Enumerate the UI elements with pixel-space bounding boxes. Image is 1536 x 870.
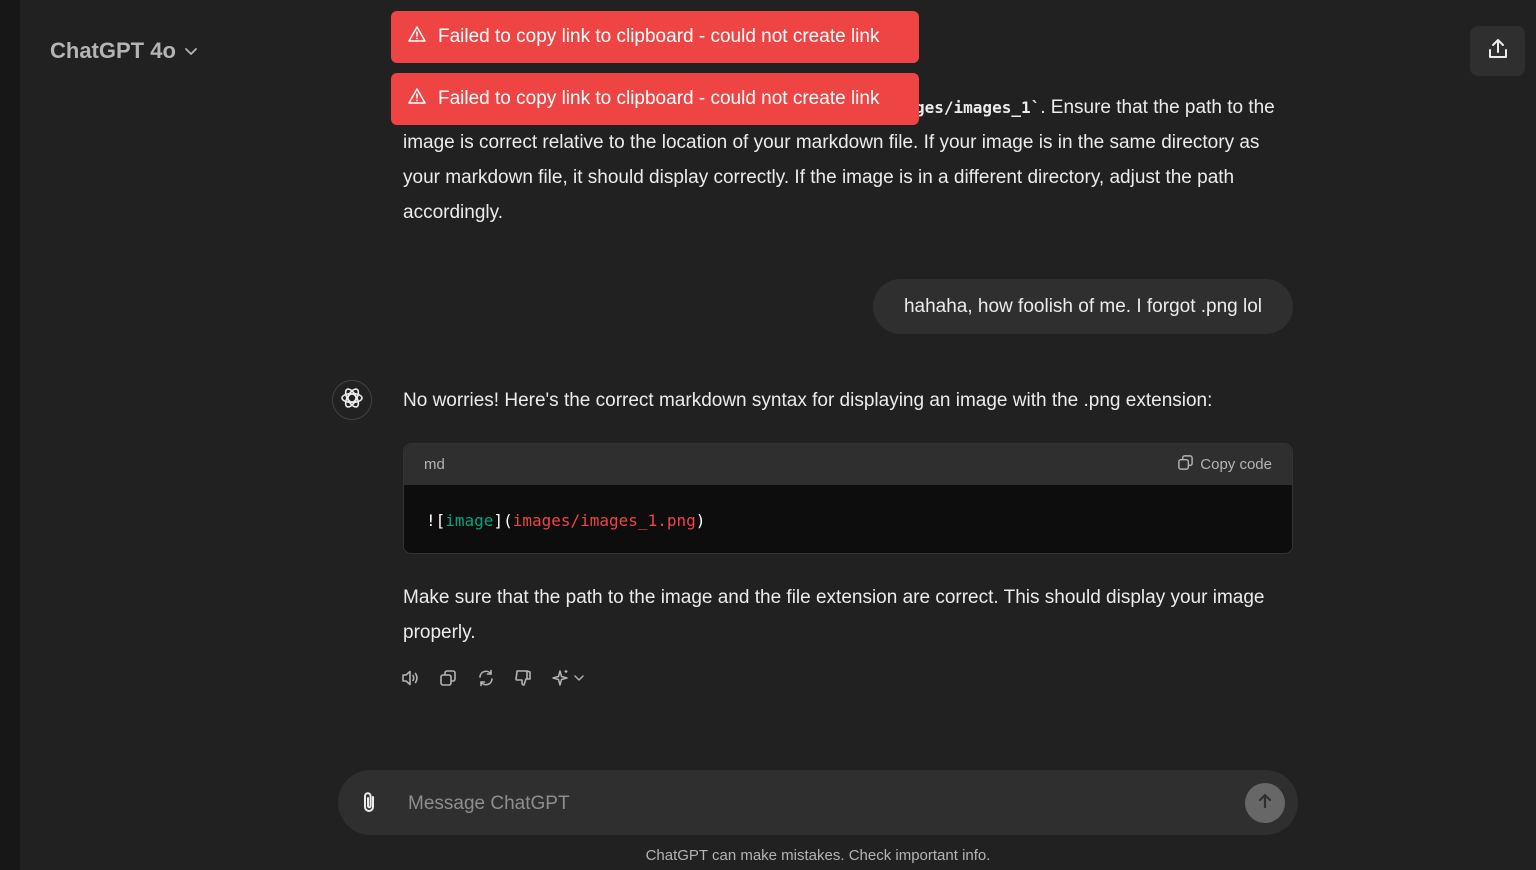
regenerate-icon[interactable] bbox=[475, 665, 497, 691]
read-aloud-icon[interactable] bbox=[399, 665, 421, 691]
code-token: ]( bbox=[493, 511, 513, 530]
copy-code-label: Copy code bbox=[1200, 456, 1272, 473]
error-toast: Failed to copy link to clipboard - could… bbox=[391, 73, 919, 125]
share-icon bbox=[1486, 37, 1510, 66]
paperclip-icon[interactable] bbox=[358, 790, 382, 816]
assistant-intro: No worries! Here's the correct markdown … bbox=[403, 390, 1213, 411]
code-token-alt: image bbox=[445, 511, 494, 530]
message-input[interactable] bbox=[406, 786, 1230, 822]
copy-icon bbox=[1177, 454, 1194, 475]
code-language: md bbox=[424, 456, 445, 473]
sparkle-model-icon[interactable] bbox=[551, 665, 587, 691]
message-actions bbox=[399, 665, 587, 691]
code-token: ![ bbox=[426, 511, 446, 530]
disclaimer-text: ChatGPT can make mistakes. Check importa… bbox=[645, 847, 991, 864]
share-button[interactable] bbox=[1470, 26, 1525, 76]
chevron-down-icon bbox=[184, 38, 198, 64]
code-block: md Copy code ![image](images/images_1.pn… bbox=[403, 443, 1293, 554]
copy-code-button[interactable]: Copy code bbox=[1177, 454, 1272, 475]
message-composer bbox=[338, 770, 1298, 835]
user-message: hahaha, how foolish of me. I forgot .png… bbox=[873, 279, 1293, 334]
arrow-up-icon bbox=[1255, 791, 1275, 816]
openai-logo-icon bbox=[339, 385, 365, 416]
copy-icon[interactable] bbox=[437, 665, 459, 691]
warning-icon bbox=[408, 87, 426, 111]
assistant-avatar bbox=[332, 380, 372, 420]
error-toast: Failed to copy link to clipboard - could… bbox=[391, 11, 919, 63]
code-content: ![image](images/images_1.png) bbox=[404, 485, 1292, 553]
model-name: ChatGPT 4o bbox=[50, 38, 176, 63]
model-selector[interactable]: ChatGPT 4o bbox=[50, 38, 198, 64]
user-message-text: hahaha, how foolish of me. I forgot .png… bbox=[903, 295, 1263, 317]
message-text: image is correct relative to the locatio… bbox=[403, 132, 1260, 223]
thumbs-down-icon[interactable] bbox=[513, 665, 535, 691]
toast-message: Failed to copy link to clipboard - could… bbox=[438, 26, 880, 47]
message-text: . Ensure that the path to the bbox=[1040, 97, 1275, 118]
code-token-path: images/images_1.png bbox=[512, 511, 696, 530]
sidebar-edge bbox=[0, 0, 20, 870]
code-token: ) bbox=[695, 511, 706, 530]
assistant-outro: Make sure that the path to the image and… bbox=[403, 587, 1265, 643]
toast-message: Failed to copy link to clipboard - could… bbox=[438, 88, 880, 109]
warning-icon bbox=[408, 25, 426, 49]
send-button[interactable] bbox=[1245, 783, 1285, 823]
inline-code: ges/images_1` bbox=[915, 98, 1041, 117]
code-block-header: md Copy code bbox=[404, 444, 1292, 485]
